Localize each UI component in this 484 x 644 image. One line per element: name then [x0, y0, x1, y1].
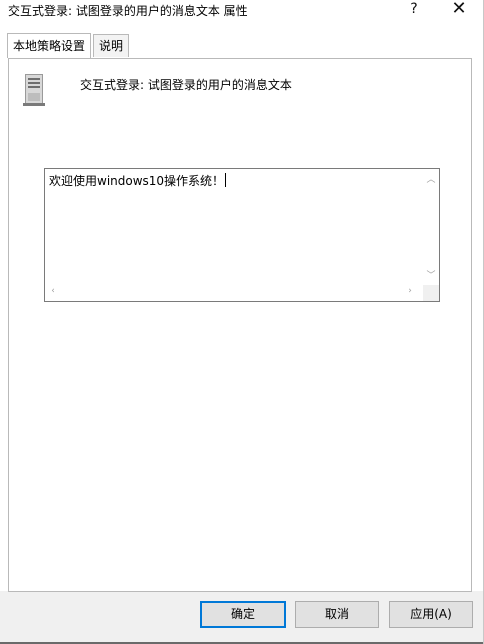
server-icon — [23, 74, 45, 106]
apply-button[interactable]: 应用(A) — [389, 601, 473, 628]
tab-explain[interactable]: 说明 — [93, 34, 130, 57]
close-icon[interactable]: ✕ — [444, 0, 474, 20]
vertical-scrollbar[interactable]: ︿ ﹀ — [423, 169, 439, 285]
cancel-button[interactable]: 取消 — [295, 601, 379, 628]
tab-panel: 交互式登录: 试图登录的用户的消息文本 欢迎使用windows10操作系统！ ︿… — [8, 58, 472, 592]
scroll-up-icon[interactable]: ︿ — [423, 172, 439, 185]
ok-button[interactable]: 确定 — [200, 601, 286, 628]
scrollbar-corner — [423, 285, 439, 301]
button-bar: 确定 取消 应用(A) — [0, 591, 484, 644]
tab-local-policy-setting[interactable]: 本地策略设置 — [7, 33, 92, 58]
scroll-left-icon[interactable]: ‹ — [48, 286, 58, 296]
text-cursor — [225, 173, 227, 187]
scroll-down-icon[interactable]: ﹀ — [423, 268, 439, 281]
message-text: 欢迎使用windows10操作系统！ — [49, 173, 227, 188]
horizontal-scrollbar[interactable]: ‹ › — [45, 285, 423, 301]
setting-label: 交互式登录: 试图登录的用户的消息文本 — [80, 78, 292, 92]
message-text-area[interactable]: 欢迎使用windows10操作系统！ ︿ ﹀ ‹ › — [44, 168, 440, 302]
scroll-right-icon[interactable]: › — [405, 286, 415, 296]
help-icon[interactable]: ? — [399, 0, 429, 20]
window-title: 交互式登录: 试图登录的用户的消息文本 属性 — [8, 4, 248, 18]
title-bar: 交互式登录: 试图登录的用户的消息文本 属性 ? ✕ — [0, 0, 484, 20]
